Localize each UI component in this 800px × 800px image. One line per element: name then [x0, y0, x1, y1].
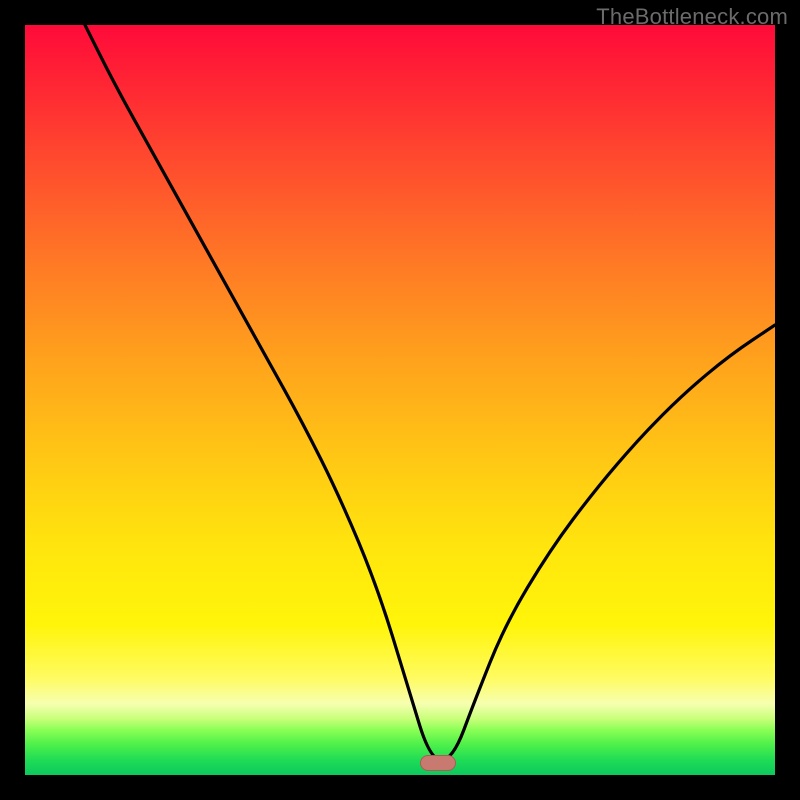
chart-frame: TheBottleneck.com	[0, 0, 800, 800]
minimum-marker	[420, 755, 456, 771]
bottleneck-curve	[25, 25, 775, 775]
plot-area	[25, 25, 775, 775]
watermark-text: TheBottleneck.com	[596, 4, 788, 30]
